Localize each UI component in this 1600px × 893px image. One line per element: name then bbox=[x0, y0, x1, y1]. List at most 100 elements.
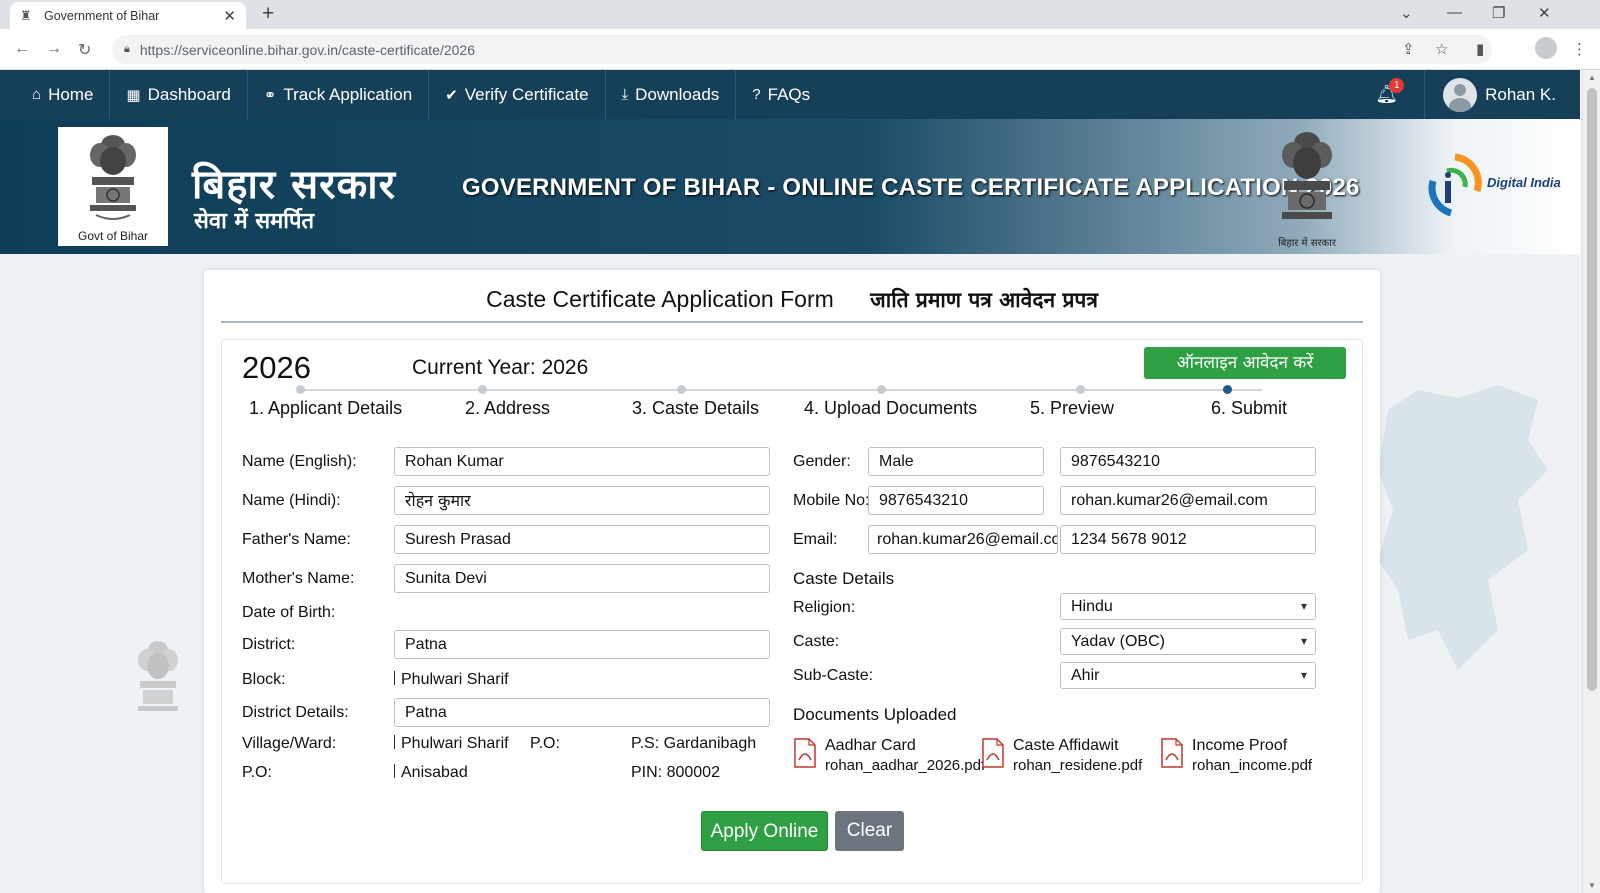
mobile-input[interactable]: 9876543210 bbox=[868, 486, 1044, 515]
document-income-proof[interactable]: Income Proof rohan_income.pdf bbox=[1160, 736, 1312, 776]
gender-extra-input[interactable]: 9876543210 bbox=[1060, 447, 1316, 476]
bihar-map-decoration-icon bbox=[1378, 385, 1548, 670]
pin-value[interactable]: 800002 bbox=[667, 764, 720, 781]
po-text: Anisabad bbox=[401, 764, 468, 781]
nav-faqs-label: FAQs bbox=[767, 84, 811, 104]
po-label-mid: P.O: bbox=[530, 735, 560, 752]
chevron-down-icon: ▾ bbox=[1300, 599, 1307, 613]
watermark-emblem-icon bbox=[138, 641, 178, 711]
nav-verify-label: Verify Certificate bbox=[464, 84, 589, 104]
village-text: Phulwari Sharif bbox=[401, 735, 509, 752]
block-text: Phulwari Sharif bbox=[401, 671, 509, 688]
clear-button[interactable]: Clear bbox=[835, 811, 904, 851]
name-english-input[interactable]: Rohan Kumar bbox=[394, 447, 770, 476]
district-input[interactable]: Patna bbox=[394, 630, 770, 659]
new-tab-icon[interactable]: + bbox=[262, 3, 274, 25]
notification-badge: 1 bbox=[1389, 78, 1405, 93]
digital-india-text: Digital India bbox=[1487, 175, 1561, 190]
close-window-icon[interactable]: ✕ bbox=[1538, 4, 1551, 22]
download-icon: ⤓ bbox=[621, 86, 629, 103]
document-aadhar[interactable]: Aadhar Card rohan_aadhar_2026.pdf bbox=[793, 736, 985, 776]
step-dot-4 bbox=[877, 385, 886, 394]
step-address[interactable]: 2. Address bbox=[465, 398, 550, 419]
dob-label: Date of Birth: bbox=[242, 604, 336, 621]
ps-value[interactable]: Gardanibagh bbox=[664, 735, 757, 752]
step-caste-details[interactable]: 3. Caste Details bbox=[632, 398, 759, 419]
step-dot-3 bbox=[677, 385, 686, 394]
page-scrollbar[interactable]: ▲ ▼ bbox=[1582, 70, 1600, 893]
scroll-up-icon[interactable]: ▲ bbox=[1588, 73, 1596, 82]
lock-icon: 🔒︎ bbox=[124, 43, 130, 55]
browser-menu-icon[interactable]: ⋮ bbox=[1572, 40, 1587, 58]
mother-name-input[interactable]: Sunita Devi bbox=[394, 564, 770, 593]
gender-input[interactable]: Male bbox=[868, 447, 1044, 476]
document-title: Caste Affidawit bbox=[1013, 737, 1119, 754]
subcaste-select[interactable]: Ahir ▾ bbox=[1060, 662, 1316, 689]
scrollbar-thumb[interactable] bbox=[1587, 88, 1597, 691]
step-applicant-details[interactable]: 1. Applicant Details bbox=[249, 398, 402, 419]
tab-title: Government of Bihar bbox=[44, 8, 160, 23]
notifications-button[interactable]: 🔔︎ 1 bbox=[1349, 70, 1426, 119]
step-dot-5 bbox=[1076, 385, 1085, 394]
ashoka-emblem-icon bbox=[90, 135, 136, 220]
back-icon[interactable]: ← bbox=[14, 40, 30, 58]
nav-track-application[interactable]: ⚭ Track Application bbox=[248, 70, 430, 119]
documents-heading: Documents Uploaded bbox=[793, 705, 957, 724]
step-dot-6 bbox=[1223, 385, 1232, 394]
close-tab-icon[interactable]: ✕ bbox=[223, 7, 236, 25]
nav-verify-certificate[interactable]: ✔ Verify Certificate bbox=[429, 70, 606, 119]
father-name-input[interactable]: Suresh Prasad bbox=[394, 525, 770, 554]
side-panel-icon[interactable]: ▮ bbox=[1476, 40, 1484, 58]
forward-icon[interactable]: → bbox=[46, 40, 62, 58]
browser-tab[interactable]: ♜ Government of Bihar ✕ bbox=[10, 2, 246, 29]
apply-online-button[interactable]: Apply Online bbox=[701, 811, 828, 851]
digital-india-logo: Digital India bbox=[1425, 151, 1565, 221]
browser-profile-icon[interactable] bbox=[1535, 37, 1557, 59]
document-filename: rohan_residene.pdf bbox=[1013, 757, 1143, 774]
scroll-down-icon[interactable]: ▼ bbox=[1588, 881, 1596, 890]
apply-online-hindi-button[interactable]: ऑनलाइन आवेदन करें bbox=[1144, 347, 1346, 379]
nav-track-label: Track Application bbox=[283, 84, 413, 104]
form-body: 2026 Current Year: 2026 ऑनलाइन आवेदन करे… bbox=[221, 339, 1363, 884]
step-submit[interactable]: 6. Submit bbox=[1211, 398, 1287, 419]
nav-downloads[interactable]: ⤓ Downloads bbox=[606, 70, 737, 119]
email-input[interactable]: rohan.kumar26@email.com bbox=[868, 525, 1058, 554]
bookmark-star-icon[interactable]: ☆ bbox=[1435, 40, 1448, 58]
url-text: https://serviceonline.bihar.gov.in/caste… bbox=[139, 41, 476, 58]
district-details-input[interactable]: Patna bbox=[394, 698, 770, 727]
user-menu[interactable]: Rohan K. bbox=[1425, 77, 1580, 112]
application-form-card: Caste Certificate Application Form जाति … bbox=[204, 270, 1380, 893]
nav-faqs[interactable]: ? FAQs bbox=[736, 70, 826, 119]
minimize-icon[interactable]: — bbox=[1447, 4, 1462, 21]
step-preview[interactable]: 5. Preview bbox=[1030, 398, 1114, 419]
form-year: 2026 bbox=[242, 350, 311, 385]
chevron-down-icon: ▾ bbox=[1300, 634, 1307, 648]
share-icon[interactable]: ⇪ bbox=[1402, 40, 1415, 58]
po-value[interactable]: Anisabad bbox=[394, 764, 468, 782]
site-navbar: ⌂ Home ▦ Dashboard ⚭ Track Application ✔… bbox=[0, 70, 1580, 119]
nav-home[interactable]: ⌂ Home bbox=[0, 70, 111, 119]
restore-icon[interactable]: ❐ bbox=[1492, 4, 1505, 22]
reload-icon[interactable]: ↻ bbox=[78, 40, 91, 60]
bihar-emblem: Govt of Bihar bbox=[58, 127, 168, 246]
mobile-extra-input[interactable]: rohan.kumar26@email.com bbox=[1060, 486, 1316, 515]
caste-select[interactable]: Yadav (OBC) ▾ bbox=[1060, 628, 1316, 655]
url-field[interactable]: 🔒︎ https://serviceonline.bihar.gov.in/ca… bbox=[112, 35, 1492, 64]
caste-value: Yadav (OBC) bbox=[1071, 633, 1165, 650]
document-caste-affidavit[interactable]: Caste Affidawit rohan_residene.pdf bbox=[981, 736, 1142, 776]
pdf-file-icon bbox=[982, 738, 1004, 768]
tab-search-icon[interactable]: ⌄ bbox=[1400, 4, 1413, 22]
village-ward-value[interactable]: Phulwari Sharif bbox=[394, 735, 509, 753]
village-ward-label: Village/Ward: bbox=[242, 735, 337, 752]
pin-field: PIN: 800002 bbox=[631, 764, 720, 782]
religion-select[interactable]: Hindu ▾ bbox=[1060, 593, 1316, 620]
email-extra-input[interactable]: 1234 5678 9012 bbox=[1060, 525, 1316, 554]
document-filename: rohan_income.pdf bbox=[1192, 757, 1313, 774]
banner-hindi-title: बिहार सरकार bbox=[192, 162, 396, 208]
block-value[interactable]: Phulwari Sharif bbox=[394, 671, 509, 689]
step-upload-documents[interactable]: 4. Upload Documents bbox=[804, 398, 977, 419]
nav-dashboard[interactable]: ▦ Dashboard bbox=[110, 70, 248, 119]
name-hindi-input[interactable]: रोहन कुमार bbox=[394, 486, 770, 515]
subcaste-label: Sub-Caste: bbox=[793, 667, 874, 684]
pin-label: PIN: bbox=[631, 764, 663, 781]
